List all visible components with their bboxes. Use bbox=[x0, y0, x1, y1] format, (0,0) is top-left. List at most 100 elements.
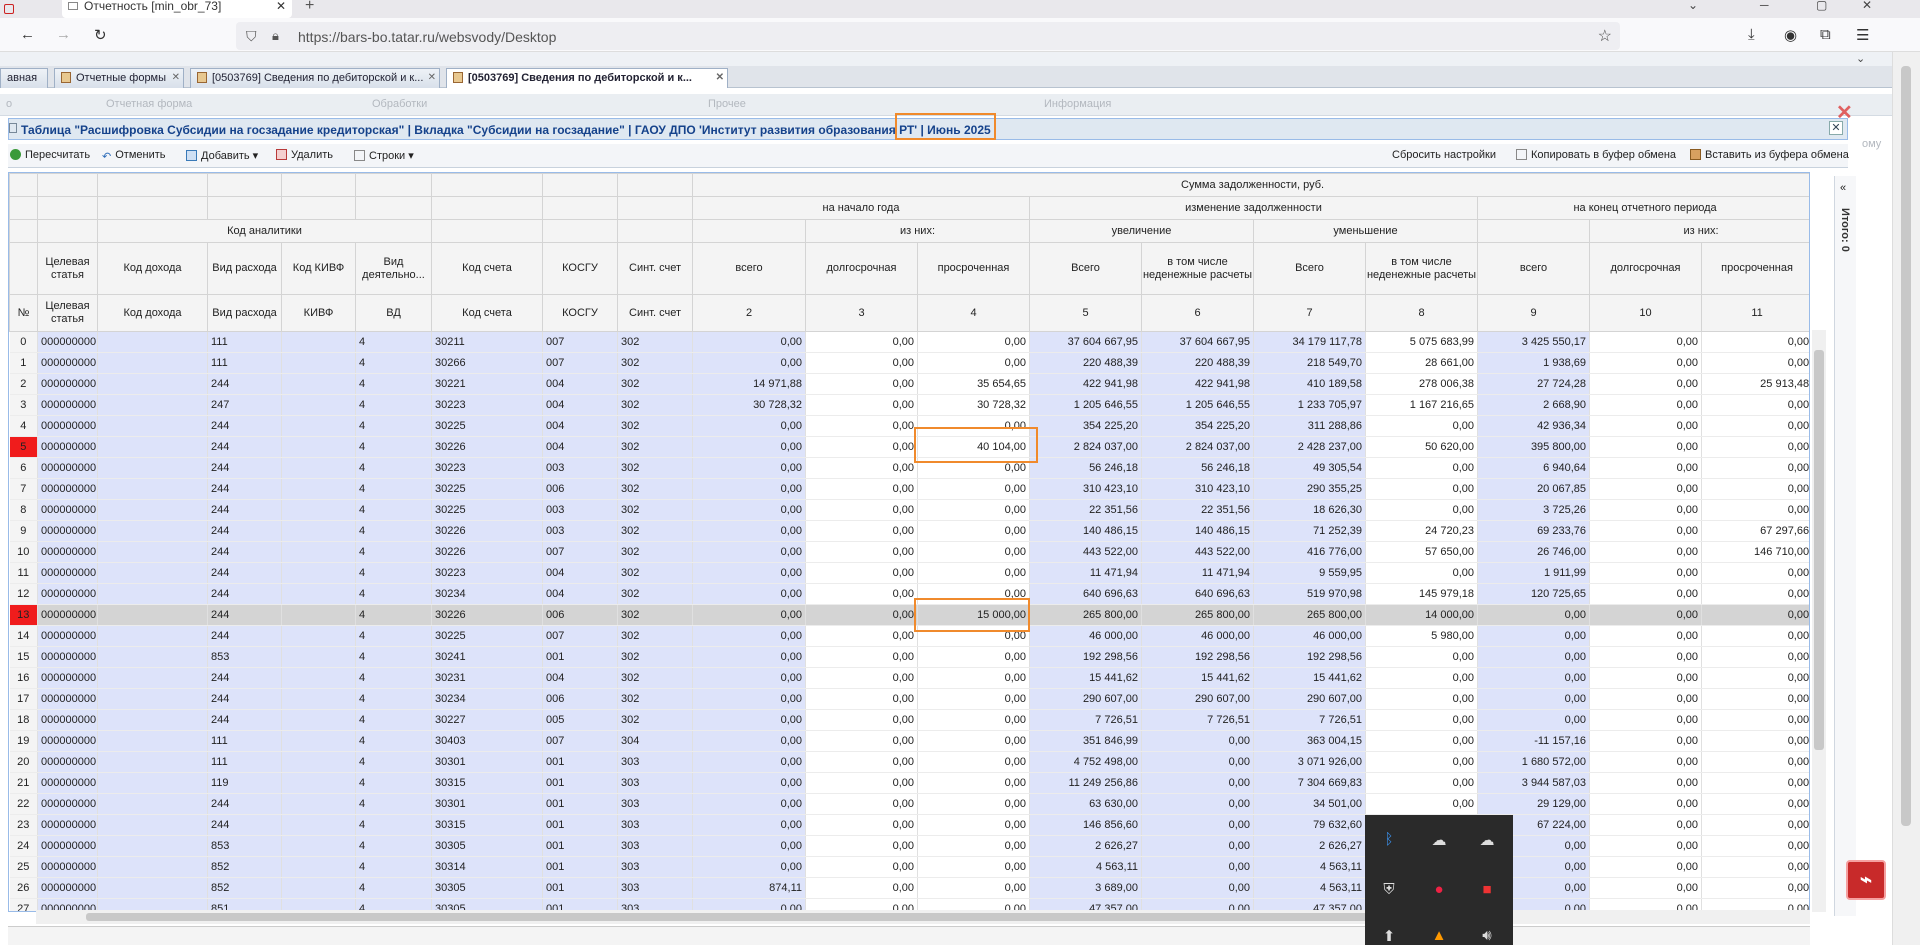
cell-income[interactable] bbox=[97, 415, 208, 437]
cell-overdue-start[interactable]: 0,00 bbox=[917, 814, 1030, 836]
cell-activity[interactable]: 4 bbox=[355, 457, 432, 479]
cell-expense[interactable]: 111 bbox=[207, 730, 282, 752]
cell-decrease-all[interactable]: 290 355,25 bbox=[1253, 478, 1366, 500]
cell-target[interactable]: 000000000 bbox=[37, 541, 98, 563]
cell-synth[interactable]: 303 bbox=[617, 772, 693, 794]
cell-total-end[interactable]: 26 746,00 bbox=[1477, 541, 1590, 563]
cell-total-end[interactable]: 0,00 bbox=[1477, 646, 1590, 668]
cell-decrease-all[interactable]: 15 441,62 bbox=[1253, 667, 1366, 689]
cell-target[interactable]: 000000000 bbox=[37, 730, 98, 752]
cell-overdue-end[interactable]: 0,00 bbox=[1701, 478, 1809, 500]
cell-increase-all[interactable]: 192 298,56 bbox=[1029, 646, 1142, 668]
cell-synth[interactable]: 302 bbox=[617, 625, 693, 647]
cell-decrease-nonmonetary[interactable]: 0,00 bbox=[1365, 646, 1478, 668]
cell-account[interactable]: 30305 bbox=[431, 835, 543, 857]
cell-decrease-all[interactable]: 218 549,70 bbox=[1253, 352, 1366, 374]
cell-increase-all[interactable]: 7 726,51 bbox=[1029, 709, 1142, 731]
table-row[interactable]: 16 000000000 244 4 30231 004 302 0,00 0,00 0,00 15… bbox=[9, 667, 1809, 689]
totals-side-panel[interactable]: « Итого: 0 bbox=[1834, 176, 1856, 916]
cell-synth[interactable]: 304 bbox=[617, 730, 693, 752]
col-overdue-start[interactable]: просроченная bbox=[917, 242, 1030, 295]
lock-icon[interactable]: 🔒︎ bbox=[272, 28, 279, 44]
cell-activity[interactable]: 4 bbox=[355, 604, 432, 626]
cell-expense[interactable]: 244 bbox=[207, 499, 282, 521]
cell-income[interactable] bbox=[97, 667, 208, 689]
cell-synth[interactable]: 302 bbox=[617, 331, 693, 353]
cell-long-start[interactable]: 0,00 bbox=[805, 646, 918, 668]
cell-kivf[interactable] bbox=[281, 772, 356, 794]
cell-increase-nonmonetary[interactable]: 0,00 bbox=[1141, 835, 1254, 857]
cell-decrease-nonmonetary[interactable]: 0,00 bbox=[1365, 688, 1478, 710]
cell-overdue-start[interactable]: 0,00 bbox=[917, 730, 1030, 752]
add-button[interactable]: Добавить ▾ bbox=[186, 149, 258, 162]
cell-target[interactable]: 000000000 bbox=[37, 856, 98, 878]
cell-decrease-all[interactable]: 410 189,58 bbox=[1253, 373, 1366, 395]
cell-kivf[interactable] bbox=[281, 541, 356, 563]
cell-activity[interactable]: 4 bbox=[355, 352, 432, 374]
cell-long-start[interactable]: 0,00 bbox=[805, 331, 918, 353]
cell-increase-all[interactable]: 146 856,60 bbox=[1029, 814, 1142, 836]
cell-income[interactable] bbox=[97, 625, 208, 647]
shield-icon[interactable]: ⛉ bbox=[246, 28, 257, 45]
cell-overdue-end[interactable]: 0,00 bbox=[1701, 499, 1809, 521]
cell-long-start[interactable]: 0,00 bbox=[805, 520, 918, 542]
cell-account[interactable]: 30301 bbox=[431, 751, 543, 773]
table-row[interactable]: 12 000000000 244 4 30234 004 302 0,00 0,00 0,00 64… bbox=[9, 583, 1809, 605]
paste-clipboard-button[interactable]: Вставить из буфера обмена bbox=[1690, 149, 1849, 161]
cell-overdue-start[interactable]: 0,00 bbox=[917, 772, 1030, 794]
cell-overdue-start[interactable]: 0,00 bbox=[917, 688, 1030, 710]
cell-overdue-end[interactable]: 0,00 bbox=[1701, 856, 1809, 878]
cell-decrease-all[interactable]: 265 800,00 bbox=[1253, 604, 1366, 626]
cell-increase-all[interactable]: 351 846,99 bbox=[1029, 730, 1142, 752]
cloud-off-icon[interactable]: ☁ bbox=[1467, 831, 1507, 849]
cell-target[interactable]: 000000000 bbox=[37, 604, 98, 626]
close-panel-icon[interactable]: ✕ bbox=[1829, 121, 1843, 135]
cell-kivf[interactable] bbox=[281, 562, 356, 584]
cell-activity[interactable]: 4 bbox=[355, 583, 432, 605]
cell-long-end[interactable]: 0,00 bbox=[1589, 499, 1702, 521]
cell-total-start[interactable]: 0,00 bbox=[692, 583, 806, 605]
cell-long-end[interactable]: 0,00 bbox=[1589, 478, 1702, 500]
cell-increase-nonmonetary[interactable]: 422 941,98 bbox=[1141, 373, 1254, 395]
table-row[interactable]: 11 000000000 244 4 30223 004 302 0,00 0,00 0,00 11… bbox=[9, 562, 1809, 584]
cell-long-start[interactable]: 0,00 bbox=[805, 814, 918, 836]
cell-activity[interactable]: 4 bbox=[355, 562, 432, 584]
cell-kivf[interactable] bbox=[281, 478, 356, 500]
cell-decrease-nonmonetary[interactable]: 0,00 bbox=[1365, 772, 1478, 794]
cell-long-end[interactable]: 0,00 bbox=[1589, 373, 1702, 395]
cell-decrease-all[interactable]: 2 428 237,00 bbox=[1253, 436, 1366, 458]
cell-target[interactable]: 000000000 bbox=[37, 709, 98, 731]
cell-kosgu[interactable]: 004 bbox=[542, 436, 618, 458]
cell-kivf[interactable] bbox=[281, 646, 356, 668]
cell-long-end[interactable]: 0,00 bbox=[1589, 541, 1702, 563]
cell-kosgu[interactable]: 004 bbox=[542, 415, 618, 437]
cell-increase-all[interactable]: 640 696,63 bbox=[1029, 583, 1142, 605]
cell-long-start[interactable]: 0,00 bbox=[805, 436, 918, 458]
cell-income[interactable] bbox=[97, 436, 208, 458]
cell-increase-all[interactable]: 2 824 037,00 bbox=[1029, 436, 1142, 458]
cell-overdue-start[interactable]: 0,00 bbox=[917, 541, 1030, 563]
cell-kivf[interactable] bbox=[281, 709, 356, 731]
cell-increase-all[interactable]: 4 563,11 bbox=[1029, 856, 1142, 878]
cell-account[interactable]: 30301 bbox=[431, 793, 543, 815]
cell-total-end[interactable]: 27 724,28 bbox=[1477, 373, 1590, 395]
maximize-icon[interactable]: ▢ bbox=[1816, 0, 1827, 12]
cell-kivf[interactable] bbox=[281, 856, 356, 878]
back-icon[interactable]: ← bbox=[20, 26, 35, 43]
cell-target[interactable]: 000000000 bbox=[37, 562, 98, 584]
cell-account[interactable]: 30223 bbox=[431, 562, 543, 584]
cell-total-end[interactable]: 3 425 550,17 bbox=[1477, 331, 1590, 353]
cell-increase-nonmonetary[interactable]: 46 000,00 bbox=[1141, 625, 1254, 647]
cell-total-end[interactable]: 120 725,65 bbox=[1477, 583, 1590, 605]
cell-decrease-all[interactable]: 18 626,30 bbox=[1253, 499, 1366, 521]
cell-income[interactable] bbox=[97, 394, 208, 416]
cell-increase-all[interactable]: 46 000,00 bbox=[1029, 625, 1142, 647]
col-decrease-nonmonetary[interactable]: в том числе неденежные расчеты bbox=[1365, 242, 1478, 295]
cell-overdue-end[interactable]: 146 710,00 bbox=[1701, 541, 1809, 563]
cell-long-start[interactable]: 0,00 bbox=[805, 772, 918, 794]
app-tab-home[interactable]: авная bbox=[0, 68, 48, 88]
table-row[interactable]: 3 000000000 247 4 30223 004 302 30 728,32 0,00 30… bbox=[9, 394, 1809, 416]
cell-target[interactable]: 000000000 bbox=[37, 688, 98, 710]
cell-kivf[interactable] bbox=[281, 457, 356, 479]
cell-long-start[interactable]: 0,00 bbox=[805, 394, 918, 416]
